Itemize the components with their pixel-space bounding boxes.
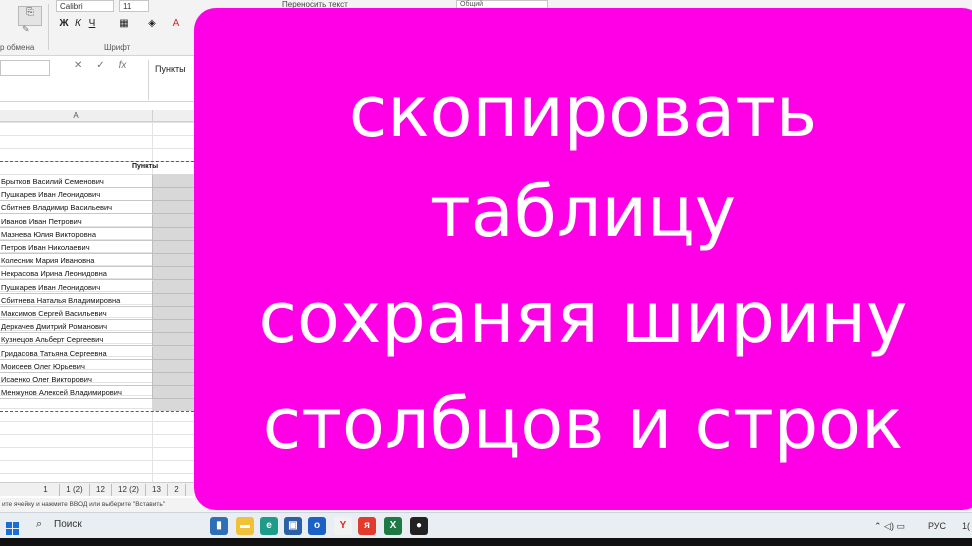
excel-icon[interactable]: X xyxy=(384,517,402,535)
sheet-tab[interactable]: 13 xyxy=(146,484,168,496)
file-explorer-icon[interactable]: ▬ xyxy=(236,517,254,535)
confirm-icon[interactable]: ✓ xyxy=(96,60,104,71)
format-painter-icon[interactable]: ✎ xyxy=(22,24,30,35)
obs-icon[interactable]: ● xyxy=(410,517,428,535)
grid-line xyxy=(0,473,194,474)
grid-line xyxy=(0,148,194,149)
grid-line xyxy=(0,135,194,136)
search-label: Поиск xyxy=(54,519,82,530)
yandex-icon[interactable]: я xyxy=(358,517,376,535)
task-view-icon[interactable]: ▮ xyxy=(210,517,228,535)
screen: ⎘ ✎ Calibri 11 Ж К Ч ▦ ◈ A р обмена Шриф… xyxy=(0,0,972,546)
overlay-text-line-2: таблицу xyxy=(429,171,737,253)
bottom-bar xyxy=(0,538,972,546)
copy-selection-marquee xyxy=(0,161,194,412)
sheet-tab[interactable]: 2 xyxy=(168,484,186,496)
outlook-icon[interactable]: o xyxy=(308,517,326,535)
grid-line xyxy=(0,460,194,461)
sheet-tab[interactable]: 1 (2) xyxy=(60,484,90,496)
tray-icons[interactable]: ⌃ ◁) ▭ xyxy=(874,521,905,532)
yandex-browser-icon[interactable]: Y xyxy=(334,517,352,535)
edge-icon[interactable]: e xyxy=(260,517,278,535)
name-box[interactable] xyxy=(0,60,50,76)
overlay-text-line-4: столбцов и строк xyxy=(262,383,904,465)
grid-line xyxy=(0,122,194,123)
grid-line xyxy=(0,421,194,422)
font-group-label: Шрифт xyxy=(104,43,131,52)
taskbar-search[interactable]: ⌕ Поиск xyxy=(24,513,206,539)
borders-icon[interactable]: ▦ xyxy=(118,17,130,31)
font-color-icon[interactable]: A xyxy=(170,17,182,31)
search-icon: ⌕ xyxy=(36,518,43,530)
store-icon[interactable]: ▣ xyxy=(284,517,302,535)
font-size-select[interactable]: 11 xyxy=(119,0,149,12)
sheet-tab[interactable]: 1 xyxy=(32,484,60,496)
language-indicator[interactable]: РУС xyxy=(928,521,946,531)
column-header-b[interactable] xyxy=(152,110,194,122)
fill-color-icon[interactable]: ◈ xyxy=(146,17,158,31)
grid-line xyxy=(0,434,194,435)
sheet-tab[interactable]: 12 xyxy=(90,484,112,496)
clock[interactable]: 1( xyxy=(962,521,970,531)
column-headers: A xyxy=(0,110,194,122)
cancel-icon[interactable]: ✕ xyxy=(74,60,82,71)
sheet-tabs: 11 (2) 12 12 (2) 13 2 xyxy=(0,482,194,496)
font-name-select[interactable]: Calibri xyxy=(56,0,114,12)
insert-function-icon[interactable]: fx xyxy=(119,60,127,71)
ribbon-divider xyxy=(48,4,49,50)
underline-button[interactable]: Ч xyxy=(86,17,98,31)
overlay-text-line-3: сохраняя ширину xyxy=(258,277,908,359)
overlay-text-line-1: скопировать xyxy=(348,71,818,153)
paste-button[interactable]: ⎘ xyxy=(18,6,42,26)
column-header-a[interactable]: A xyxy=(0,110,152,122)
sheet-tab[interactable]: 12 (2) xyxy=(112,484,146,496)
windows-start-icon[interactable] xyxy=(6,522,20,536)
grid-line xyxy=(0,447,194,448)
italic-button[interactable]: К xyxy=(72,17,84,31)
bold-button[interactable]: Ж xyxy=(58,17,70,31)
clipboard-group-label: р обмена xyxy=(0,43,35,52)
formula-controls: ✕ ✓ fx xyxy=(74,60,126,71)
